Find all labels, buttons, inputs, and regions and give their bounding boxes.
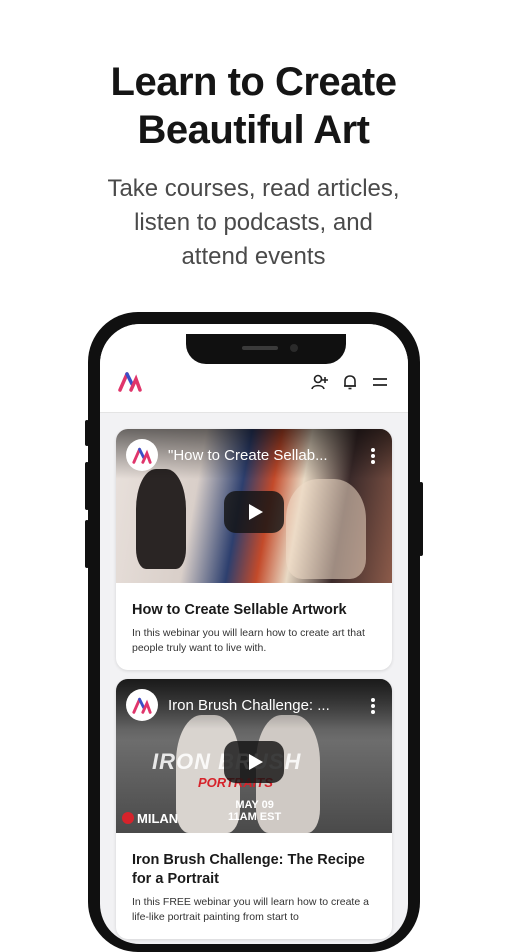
- card-title[interactable]: How to Create Sellable Artwork: [116, 583, 392, 620]
- mute-switch: [85, 420, 89, 446]
- video-thumbnail[interactable]: IRON BRUSH PORTRAITS MAY 09 11AM EST MIL…: [116, 679, 392, 833]
- channel-logo-icon[interactable]: [126, 439, 158, 471]
- hero-title-line-2: Beautiful Art: [137, 108, 370, 152]
- play-icon: [249, 504, 263, 520]
- course-card[interactable]: IRON BRUSH PORTRAITS MAY 09 11AM EST MIL…: [116, 679, 392, 939]
- speaker-grille: [242, 346, 278, 350]
- video-thumbnail[interactable]: "How to Create Sellab...: [116, 429, 392, 583]
- milan-brand: MILAN: [122, 811, 178, 826]
- hero-subtitle-line-2: listen to podcasts, and: [134, 209, 373, 236]
- volume-down-button: [85, 520, 89, 568]
- volume-up-button: [85, 462, 89, 510]
- add-user-icon[interactable]: [310, 372, 330, 392]
- video-more-icon[interactable]: [370, 697, 376, 715]
- menu-icon[interactable]: [370, 372, 390, 392]
- card-title[interactable]: Iron Brush Challenge: The Recipe for a P…: [116, 833, 392, 889]
- video-title[interactable]: "How to Create Sellab...: [168, 447, 343, 464]
- event-date-block: MAY 09 11AM EST: [228, 799, 281, 823]
- course-card[interactable]: "How to Create Sellab... How to Create S…: [116, 429, 392, 670]
- hero-subtitle-line-3: attend events: [181, 243, 326, 270]
- app-logo-icon[interactable]: [118, 370, 142, 392]
- play-button[interactable]: [224, 491, 284, 533]
- front-camera: [290, 344, 298, 352]
- hero-subtitle: Take courses, read articles, listen to p…: [0, 172, 507, 274]
- event-time: 11AM EST: [228, 811, 282, 823]
- phone-notch: [186, 334, 346, 364]
- video-title[interactable]: Iron Brush Challenge: ...: [168, 697, 343, 714]
- milan-logo-icon: [122, 812, 134, 824]
- event-date: MAY 09: [235, 799, 274, 811]
- phone-screen: "How to Create Sellab... How to Create S…: [100, 324, 408, 944]
- bell-icon[interactable]: [340, 372, 360, 392]
- play-button[interactable]: [224, 741, 284, 783]
- card-description: In this FREE webinar you will learn how …: [132, 896, 369, 923]
- artist-figure: [136, 469, 186, 569]
- play-icon: [249, 754, 263, 770]
- channel-logo-icon[interactable]: [126, 689, 158, 721]
- brand-name: MILAN: [137, 811, 179, 826]
- hero-title-line-1: Learn to Create: [110, 60, 397, 104]
- video-more-icon[interactable]: [370, 447, 376, 465]
- power-button: [419, 482, 423, 556]
- phone-mockup: "How to Create Sellab... How to Create S…: [85, 312, 423, 952]
- hero-title: Learn to Create Beautiful Art: [0, 58, 507, 154]
- painting-figure: [286, 479, 366, 579]
- hero-subtitle-line-1: Take courses, read articles,: [107, 175, 400, 202]
- card-description: In this webinar you will learn how to cr…: [132, 627, 365, 654]
